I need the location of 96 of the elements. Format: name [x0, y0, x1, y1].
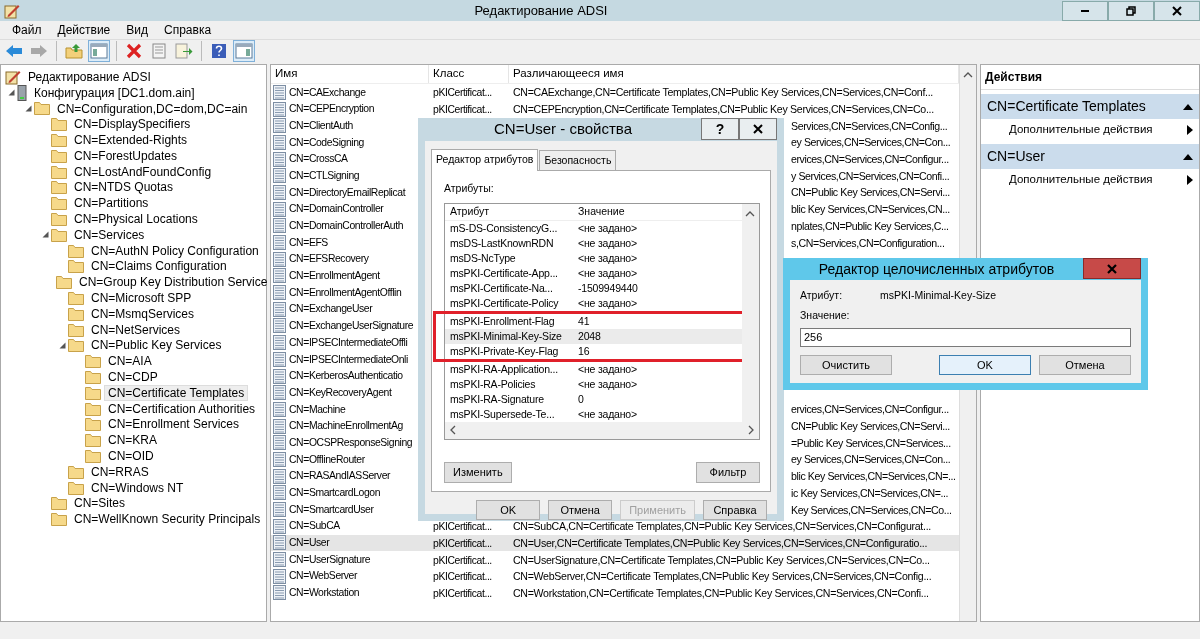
item-name: CN=IPSECIntermediateOffli — [289, 335, 408, 350]
item-name: CN=CrossCA — [289, 152, 348, 167]
attribute-name: msPKI-RA-Policies — [449, 376, 537, 392]
attribute-value: <не задано> — [577, 235, 638, 251]
item-name: CN=Machine — [289, 402, 346, 417]
attribute-name: msDS-NcType — [449, 250, 517, 266]
distinguished-name: CN=User,CN=Certificate Templates,CN=Public Key Services,CN=Services,CN=Configuratio... — [513, 536, 928, 549]
attribute-value: <не задано> — [577, 295, 638, 311]
distinguished-name: ic Key Services,CN=Services,CN=... — [791, 486, 949, 499]
item-class: pKICertificat... — [432, 521, 492, 533]
window-title: Редактирование ADSI — [473, 1, 609, 20]
item-name: CN=Workstation — [289, 586, 360, 601]
item-class: pKICertificat... — [432, 104, 492, 116]
item-name: CN=SubCA — [289, 519, 340, 534]
distinguished-name: ey Services,CN=Services,CN=Con... — [791, 136, 951, 149]
attribute-name: msPKI-Supersede-Te... — [449, 406, 556, 422]
field-label: Атрибуты: — [444, 181, 495, 197]
item-name: CN=User — [289, 536, 330, 551]
item-name: CN=KeyRecoveryAgent — [289, 385, 392, 400]
group-title: CN=User — [987, 147, 1045, 167]
distinguished-name: CN=WebServer,CN=Certificate Templates,CN=Public Key Services,CN=Services,CN=Config... — [513, 570, 932, 583]
attribute-name: msPKI-Minimal-Key-Size — [880, 288, 997, 303]
attribute-name: msPKI-Private-Key-Flag — [449, 343, 560, 359]
item-name: CN=ExchangeUserSignature — [289, 319, 414, 334]
dialog-title: CN=User - свойства — [493, 119, 633, 139]
distinguished-name: CN=Workstation,CN=Certificate Templates,CN=Public Key Services,CN=Services,CN=Confi... — [513, 586, 929, 599]
attribute-name: msPKI-Enrollment-Flag — [449, 313, 556, 329]
group-title: CN=Certificate Templates — [987, 97, 1146, 116]
item-class: pKICertificat... — [432, 87, 492, 99]
attribute-name: msDS-LastKnownRDN — [449, 235, 555, 251]
attribute-value: <не задано> — [577, 406, 638, 422]
item-name: CN=UserSignature — [289, 552, 371, 567]
item-name: CN=RASAndIASServer — [289, 469, 391, 484]
item-name: CN=CodeSigning — [289, 135, 364, 150]
attribute-value: 2048 — [577, 328, 602, 344]
distinguished-name: nplates,CN=Public Key Services,C... — [791, 219, 949, 232]
attribute-value: <не задано> — [577, 250, 638, 266]
attribute-name: msPKI-RA-Application... — [449, 361, 560, 377]
item-name: CN=SmartcardLogon — [289, 486, 381, 501]
attribute-value: <не задано> — [577, 376, 638, 392]
item-name: CN=ClientAuth — [289, 118, 353, 133]
distinguished-name: y Services,CN=Services,CN=Confi... — [791, 169, 950, 182]
attribute-value: <не задано> — [577, 361, 638, 377]
item-name: CN=SmartcardUser — [289, 502, 374, 517]
distinguished-name: ey Services,CN=Services,CN=Con... — [791, 453, 951, 466]
item-name: CN=KerberosAuthenticatio — [289, 369, 403, 384]
distinguished-name: s,CN=Services,CN=Configuration... — [791, 236, 945, 249]
attribute-name: mS-DS-ConsistencyG... — [449, 220, 559, 236]
item-name: CN=DirectoryEmailReplicat — [289, 185, 406, 200]
distinguished-name: ervices,CN=Services,CN=Configur... — [791, 403, 949, 416]
distinguished-name: CN=SubCA,CN=Certificate Templates,CN=Public Key Services,CN=Services,CN=Configurat... — [513, 520, 931, 533]
item-name: CN=CTLSigning — [289, 168, 360, 183]
attribute-value: <не задано> — [577, 220, 638, 236]
attribute-name: msPKI-Certificate-Na... — [449, 280, 554, 296]
distinguished-name: CN=CEPEncryption,CN=Certificate Templates,CN=Public Key Services,CN=Services,CN=Co... — [513, 103, 934, 116]
item-name: CN=WebServer — [289, 569, 358, 584]
item-name: CN=ExchangeUser — [289, 302, 373, 317]
item-class: pKICertificat... — [432, 587, 492, 599]
pane-title: Действия — [981, 65, 1199, 90]
dialog-title: Редактор целочисленных атрибутов — [817, 259, 1056, 279]
distinguished-name: Services,CN=Services,CN=Config... — [791, 119, 948, 132]
attribute-name: msPKI-RA-Signature — [449, 391, 545, 407]
attribute-value: <не задано> — [577, 265, 638, 281]
distinguished-name: CN=Public Key Services,CN=Servi... — [791, 186, 950, 199]
attribute-value: 41 — [577, 313, 591, 329]
item-name: CN=CEPEncryption — [289, 102, 375, 117]
item-name: CN=IPSECIntermediateOnli — [289, 352, 408, 367]
distinguished-name: blic Key Services,CN=Services,CN=... — [791, 470, 956, 483]
item-name: CN=MachineEnrollmentAg — [289, 419, 403, 434]
distinguished-name: ervices,CN=Services,CN=Configur... — [791, 153, 949, 166]
item-class: pKICertificat... — [432, 554, 492, 566]
distinguished-name: CN=Public Key Services,CN=Servi... — [791, 420, 950, 433]
item-name: CN=CAExchange — [289, 85, 366, 100]
attribute-value: -1509949440 — [577, 280, 639, 296]
item-name: CN=DomainControllerAuth — [289, 219, 404, 234]
item-name: CN=EFSRecovery — [289, 252, 369, 267]
distinguished-name: blic Key Services,CN=Services,CN... — [791, 203, 950, 216]
field-label: Атрибут: — [800, 288, 844, 303]
distinguished-name: CN=UserSignature,CN=Certificate Templates,CN=Public Key Services,CN=Services,CN=Co... — [513, 553, 930, 566]
field-label: Значение: — [800, 307, 851, 323]
item-class: pKICertificat... — [432, 537, 492, 549]
item-name: CN=DomainController — [289, 202, 384, 217]
item-name: CN=EFS — [289, 235, 328, 250]
item-name: CN=OfflineRouter — [289, 452, 365, 467]
item-name: CN=EnrollmentAgentOfflin — [289, 285, 402, 300]
attribute-name: msPKI-Minimal-Key-Size — [449, 328, 563, 344]
attribute-name: msPKI-Certificate-Policy — [449, 295, 560, 311]
item-name: CN=OCSPResponseSigning — [289, 435, 413, 450]
item-name: CN=EnrollmentAgent — [289, 269, 380, 284]
distinguished-name: =Public Key Services,CN=Services... — [791, 436, 951, 449]
distinguished-name: Key Services,CN=Services,CN=Co... — [791, 503, 952, 516]
attribute-value: 0 — [577, 391, 585, 407]
item-class: pKICertificat... — [432, 571, 492, 583]
distinguished-name: CN=CAExchange,CN=Certificate Templates,CN=Public Key Services,CN=Services,CN=Conf... — [513, 86, 933, 99]
attribute-value: 16 — [577, 343, 591, 359]
attribute-name: msPKI-Certificate-App... — [449, 265, 559, 281]
